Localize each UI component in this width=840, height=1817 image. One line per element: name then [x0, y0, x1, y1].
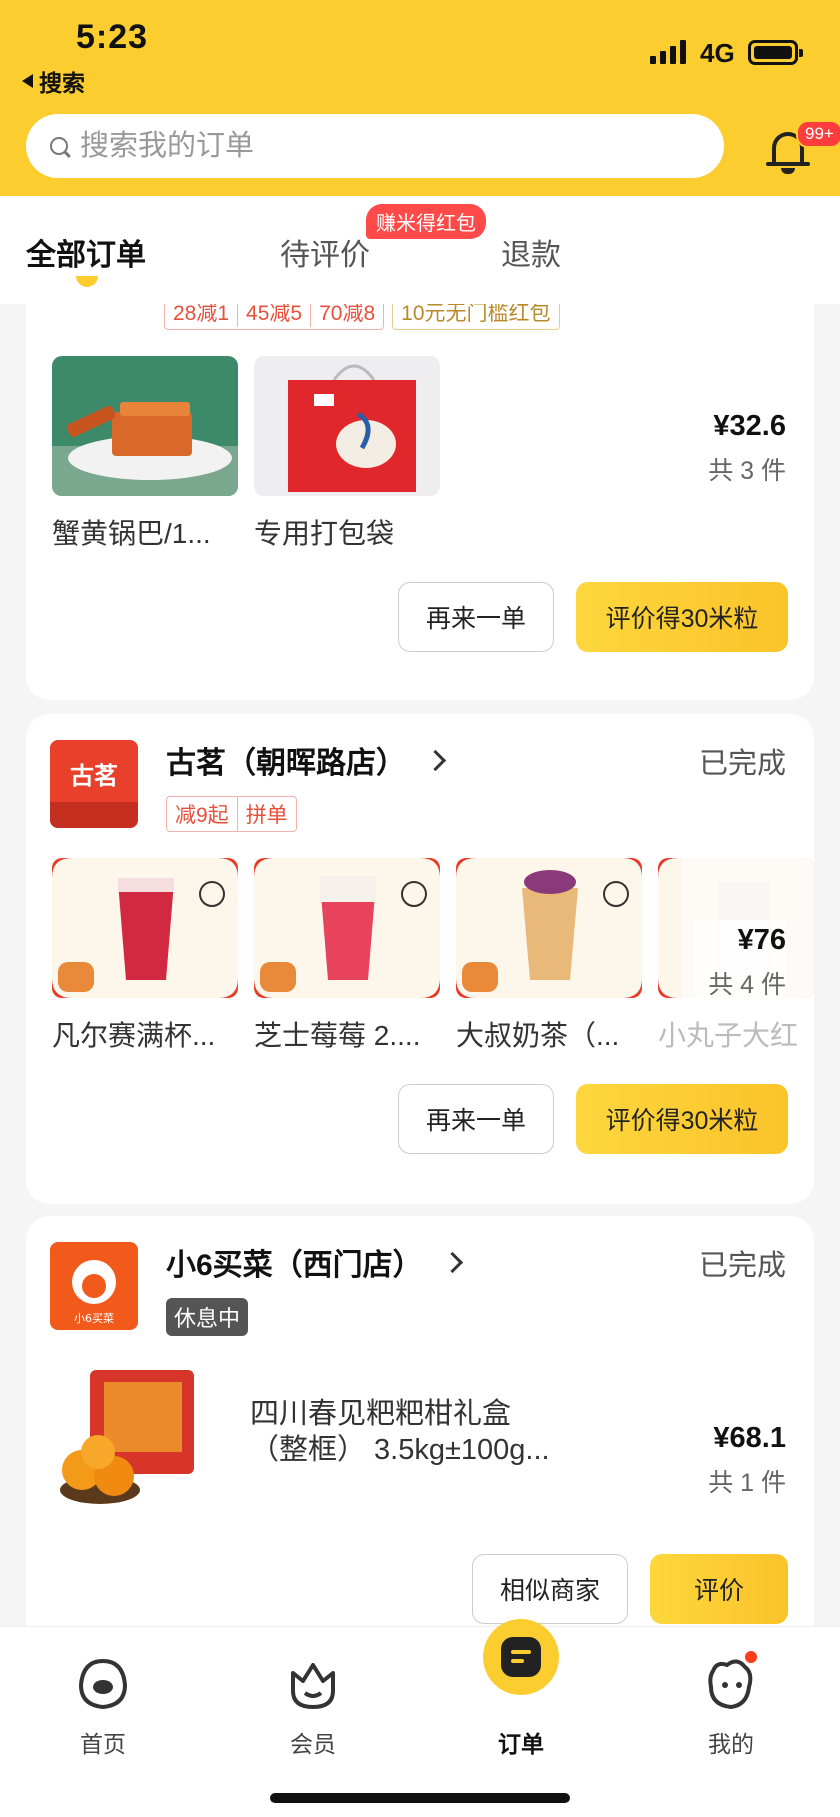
chevron-right-icon [424, 749, 447, 771]
order-list[interactable]: 28减1 45减5 70减8 10元无门槛红包 蟹黄锅巴/1... 专用打包袋 … [0, 304, 840, 1626]
product-label: 蟹黄锅巴/1... [52, 518, 211, 549]
order-status: 已完成 [698, 1250, 786, 1282]
nav-home[interactable]: 首页 [48, 1655, 158, 1759]
tab-pending-review[interactable]: 待评价 [280, 230, 370, 274]
member-icon [285, 1655, 341, 1711]
promo-tags: 28减1 45减5 70减8 10元无门槛红包 [164, 304, 560, 330]
notification-dot [745, 1651, 757, 1663]
nav-profile[interactable]: 我的 [676, 1651, 786, 1759]
product-thumbnail[interactable] [52, 1364, 202, 1514]
product-label: 大叔奶茶（... [456, 1020, 620, 1051]
order-price-block: ¥68.1 共 1 件 [708, 1422, 786, 1499]
reorder-button[interactable]: 再来一单 [398, 1084, 554, 1154]
profile-icon [703, 1651, 759, 1711]
active-tab-indicator [76, 276, 98, 287]
store-logo[interactable]: 古茗 [50, 740, 138, 828]
order-status: 已完成 [698, 748, 786, 780]
milk-tea-photo-icon [456, 858, 642, 998]
header-bar: 5:23 搜索 4G 99+ [0, 0, 840, 196]
chevron-right-icon [441, 1251, 463, 1273]
product-title: 四川春见粑粑柑礼盒 （整框） 3.5kg±100g... [250, 1398, 550, 1466]
svg-text:小6买菜: 小6买菜 [74, 1312, 114, 1325]
order-search-box[interactable] [26, 114, 724, 178]
item-count: 共 1 件 [708, 1469, 786, 1497]
store-name: 古茗（朝晖路店） [166, 747, 406, 780]
order-tabs: 全部订单 待评价 赚米得红包 退款 [0, 196, 840, 304]
item-count: 共 3 件 [708, 457, 786, 485]
order-card[interactable]: 小6买菜 小6买菜（西门店） 已完成 休息中 四川春见粑粑柑礼盒 （整框） 3.… [26, 1216, 814, 1626]
similar-stores-button[interactable]: 相似商家 [472, 1554, 628, 1624]
back-label: 搜索 [39, 70, 85, 96]
tab-all-orders[interactable]: 全部订单 [26, 230, 146, 274]
network-type: 4G [700, 38, 735, 68]
store-closed-tag: 休息中 [166, 1298, 249, 1336]
svg-text:古茗: 古茗 [70, 762, 118, 790]
home-indicator[interactable] [270, 1793, 570, 1803]
store-name-link[interactable]: 古茗（朝晖路店） [166, 738, 447, 782]
item-count: 共 4 件 [708, 971, 786, 999]
product-label: 芝士莓莓 2.... [254, 1020, 421, 1051]
product-thumbnail[interactable] [254, 858, 440, 998]
search-icon [50, 137, 68, 155]
nav-member[interactable]: 会员 [258, 1655, 368, 1759]
back-triangle-icon [22, 74, 33, 88]
reorder-button[interactable]: 再来一单 [398, 582, 554, 652]
product-label: 专用打包袋 [254, 518, 395, 549]
red-drink-photo-icon [52, 858, 238, 998]
product-thumbnail[interactable] [456, 858, 642, 998]
promo-tags: 减9起 拼单 [166, 796, 297, 832]
order-price: ¥68.1 [713, 1422, 786, 1454]
store-name: 小6买菜（西门店） [166, 1249, 423, 1282]
crispy-rice-photo-icon [52, 356, 238, 496]
berry-drink-photo-icon [254, 858, 440, 998]
packing-bag-photo-icon [254, 356, 440, 496]
order-icon[interactable] [483, 1619, 559, 1695]
order-price: ¥32.6 [713, 410, 786, 442]
review-reward-button[interactable]: 评价得30米粒 [576, 582, 788, 652]
signal-icon [650, 40, 686, 64]
notification-badge: 99+ [796, 120, 840, 148]
product-thumbnail[interactable] [52, 356, 238, 496]
home-icon [75, 1655, 131, 1711]
status-time: 5:23 [76, 18, 149, 56]
order-price-block: ¥32.6 共 3 件 [708, 410, 786, 487]
pending-review-badge: 赚米得红包 [366, 204, 486, 239]
bottom-nav: 首页 会员 订单 我的 [0, 1619, 840, 1817]
order-card[interactable]: 古茗 古茗（朝晖路店） 已完成 减9起 拼单 凡尔赛满杯... 芝士莓莓 2..… [26, 714, 814, 1204]
product-label: 凡尔赛满杯... [52, 1020, 216, 1051]
battery-icon [748, 40, 803, 65]
review-reward-button[interactable]: 评价得30米粒 [576, 1084, 788, 1154]
order-card[interactable]: 28减1 45减5 70减8 10元无门槛红包 蟹黄锅巴/1... 专用打包袋 … [26, 304, 814, 700]
order-price-block: ¥76 共 4 件 [694, 920, 786, 1005]
product-thumbnail[interactable] [52, 858, 238, 998]
citrus-gift-box-photo-icon [52, 1364, 202, 1514]
review-button[interactable]: 评价 [650, 1554, 788, 1624]
order-search-input[interactable] [80, 129, 680, 163]
store-logo[interactable]: 小6买菜 [50, 1242, 138, 1330]
back-to-search-link[interactable]: 搜索 [22, 64, 85, 98]
order-price: ¥76 [737, 924, 786, 956]
product-label: 小丸子大红 [658, 1020, 799, 1051]
store-name-link[interactable]: 小6买菜（西门店） [166, 1240, 463, 1284]
product-thumbnail[interactable] [254, 356, 440, 496]
tab-refund[interactable]: 退款 [501, 230, 561, 274]
